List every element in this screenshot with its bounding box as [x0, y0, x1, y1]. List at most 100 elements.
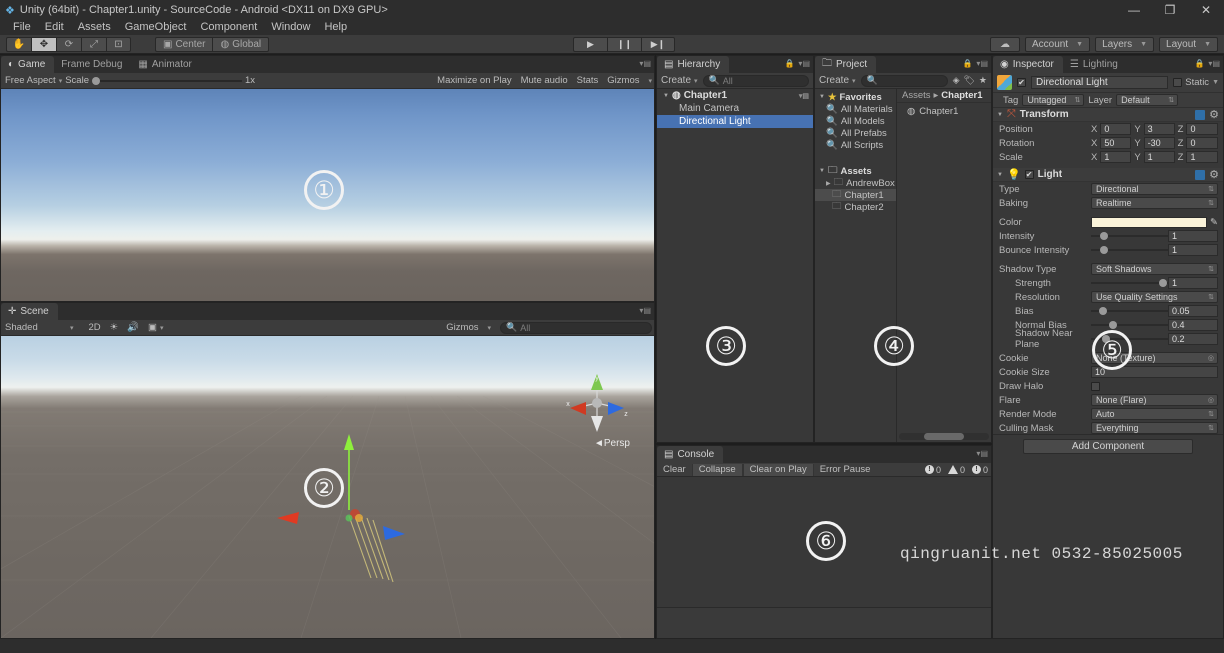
project-search-input[interactable]: 🔍 [860, 74, 948, 87]
light-bounce-slider[interactable] [1091, 244, 1168, 256]
static-checkbox-group[interactable]: Static ▼ [1173, 77, 1219, 88]
project-favorite-all-models[interactable]: 🔍 All Models [815, 115, 896, 127]
tab-menu-icon[interactable]: ▾▤ [976, 59, 988, 68]
console-clear-on-play-toggle[interactable]: Clear on Play [742, 463, 814, 476]
play-button[interactable]: ▶ [573, 37, 607, 52]
lock-icon[interactable]: 🔒 [784, 59, 794, 68]
shadow-type-dropdown[interactable]: Soft Shadows ⇅ [1091, 263, 1218, 275]
hierarchy-item-main-camera[interactable]: Main Camera [657, 102, 813, 115]
minimize-button[interactable]: — [1116, 0, 1152, 20]
menu-component[interactable]: Component [193, 20, 264, 35]
project-favorite-all-prefabs[interactable]: 🔍 All Prefabs [815, 127, 896, 139]
tab-scene[interactable]: ✛ Scene [1, 303, 58, 320]
flare-object-field[interactable]: None (Flare) ◎ [1091, 394, 1218, 406]
pivot-center-button[interactable]: ▣ Center [155, 36, 213, 52]
gear-icon[interactable]: ⚙ [1209, 108, 1219, 121]
scene-menu-icon[interactable]: ▾▤ [799, 92, 809, 100]
shading-dropdown[interactable]: Shaded [5, 322, 67, 333]
layers-dropdown[interactable]: Layers ▼ [1095, 37, 1155, 52]
scrollbar-thumb[interactable] [924, 433, 964, 440]
rotation-x-input[interactable]: 50 [1100, 137, 1132, 149]
maximize-on-play-toggle[interactable]: Maximize on Play [437, 75, 511, 86]
project-folder-chapter1[interactable]: 🗀 Chapter1 [815, 189, 896, 201]
project-contents[interactable]: Assets ▸ Chapter1 ◍ Chapter1 [897, 89, 991, 442]
chevron-down-icon[interactable]: ▼ [997, 172, 1003, 178]
help-icon[interactable] [1195, 109, 1206, 120]
strength-slider[interactable] [1091, 277, 1168, 289]
tag-dropdown[interactable]: Untagged ⇅ [1022, 94, 1085, 106]
slider-knob[interactable] [1100, 232, 1109, 240]
inspector-tab-controls[interactable]: 🔒 ▾▤ [1194, 59, 1220, 68]
menu-edit[interactable]: Edit [38, 20, 71, 35]
account-dropdown[interactable]: Account ▼ [1025, 37, 1091, 52]
position-y-input[interactable]: 3 [1143, 123, 1175, 135]
tab-menu-icon[interactable]: ▾▤ [1208, 59, 1220, 68]
light-bounce-input[interactable]: 1 [1168, 244, 1218, 256]
transform-component-header[interactable]: ▼ ⤧ Transform ⚙ [993, 108, 1223, 122]
menu-file[interactable]: File [6, 20, 38, 35]
tab-game[interactable]: ◐ Game [1, 56, 55, 73]
position-z-input[interactable]: 0 [1186, 123, 1218, 135]
favorite-star-icon[interactable]: ★ [979, 75, 987, 86]
light-intensity-slider[interactable] [1091, 230, 1168, 242]
normal-bias-slider[interactable] [1091, 319, 1168, 331]
chevron-down-icon[interactable]: ▼ [1212, 79, 1219, 86]
asset-item-chapter1[interactable]: ◍ Chapter1 [897, 103, 991, 117]
slider-knob[interactable] [1158, 279, 1167, 287]
toggle-2d[interactable]: 2D [89, 322, 101, 333]
project-tab-controls[interactable]: 🔒 ▾▤ [962, 59, 988, 68]
console-collapse-toggle[interactable]: Collapse [691, 463, 743, 476]
hand-tool-icon[interactable]: ✋ [6, 36, 31, 52]
project-folder-andrewbox[interactable]: ▶ 🗀 AndrewBox [815, 177, 896, 189]
bias-input[interactable]: 0.05 [1168, 305, 1218, 317]
hierarchy-tab-controls[interactable]: 🔒 ▾▤ [784, 59, 810, 68]
breadcrumb-root[interactable]: Assets [902, 90, 931, 101]
light-type-dropdown[interactable]: Directional ⇅ [1091, 183, 1218, 195]
scene-search-input[interactable]: 🔍 All [500, 321, 652, 334]
project-favorite-all-scripts[interactable]: 🔍 All Scripts [815, 139, 896, 151]
menu-gameobject[interactable]: GameObject [118, 20, 194, 35]
position-x-input[interactable]: 0 [1100, 123, 1132, 135]
close-button[interactable]: ✕ [1188, 0, 1224, 20]
chevron-down-icon[interactable]: ▼ [819, 168, 825, 174]
light-baking-dropdown[interactable]: Realtime ⇅ [1091, 197, 1218, 209]
light-enabled-checkbox[interactable]: ✔ [1024, 170, 1034, 179]
tab-animator[interactable]: ▦ Animator [131, 56, 200, 73]
cookie-object-field[interactable]: None (Texture) ◎ [1091, 352, 1218, 364]
tab-menu-icon[interactable]: ▾▤ [976, 449, 988, 458]
aspect-dropdown[interactable]: Free Aspect [5, 75, 56, 86]
light-color-swatch[interactable] [1091, 216, 1208, 228]
project-horizontal-scrollbar[interactable] [899, 433, 989, 440]
scale-tool-icon[interactable]: ⤢ [81, 36, 106, 52]
game-viewport[interactable] [1, 89, 654, 301]
slider-knob[interactable] [1101, 335, 1110, 343]
step-button[interactable]: ▶❙ [641, 37, 675, 52]
tab-menu-icon[interactable]: ▾▤ [639, 59, 651, 68]
strength-input[interactable]: 1 [1168, 277, 1218, 289]
rotate-tool-icon[interactable]: ⟳ [56, 36, 81, 52]
object-enabled-checkbox[interactable]: ✔ [1017, 78, 1026, 87]
search-by-label-icon[interactable]: 🏷 [963, 75, 974, 86]
mute-audio-toggle[interactable]: Mute audio [521, 75, 568, 86]
chevron-down-icon[interactable]: ▼ [819, 94, 825, 100]
lock-icon[interactable]: 🔒 [962, 59, 972, 68]
rotation-y-input[interactable]: -30 [1143, 137, 1175, 149]
slider-knob[interactable] [1098, 307, 1107, 315]
scale-slider[interactable] [91, 76, 242, 85]
console-error-pause-toggle[interactable]: Error Pause [814, 464, 877, 476]
console-log-list[interactable]: ⑥ [657, 477, 991, 608]
menu-window[interactable]: Window [264, 20, 317, 35]
cloud-icon[interactable]: ☁ [990, 37, 1020, 52]
project-favorite-all-materials[interactable]: 🔍 All Materials [815, 103, 896, 115]
tab-inspector[interactable]: ◉ Inspector [993, 56, 1063, 73]
static-checkbox[interactable] [1173, 78, 1183, 87]
stats-toggle[interactable]: Stats [577, 75, 599, 86]
scene-orientation-gizmo[interactable]: y x z [562, 368, 632, 438]
near-plane-slider[interactable] [1091, 333, 1168, 345]
move-tool-icon[interactable]: ✥ [31, 36, 56, 52]
near-plane-input[interactable]: 0.2 [1168, 333, 1218, 345]
hierarchy-search-input[interactable]: 🔍 All [702, 74, 809, 87]
space-global-button[interactable]: ◍ Global [212, 36, 270, 52]
gear-icon[interactable]: ⚙ [1209, 168, 1219, 181]
menu-assets[interactable]: Assets [71, 20, 118, 35]
